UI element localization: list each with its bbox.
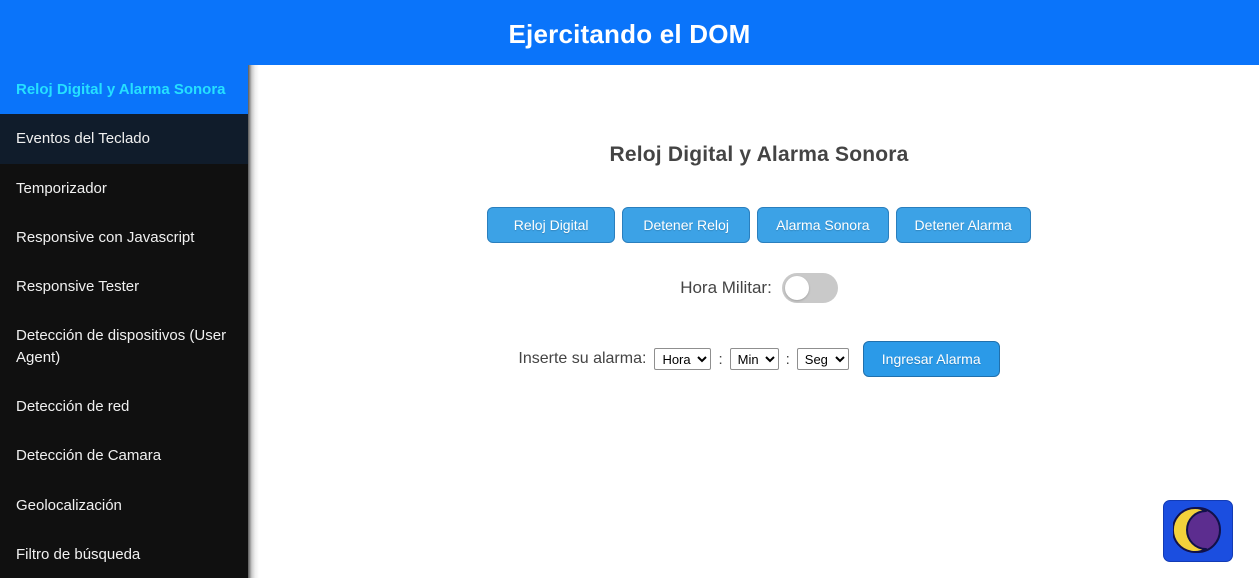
alarm-minute-select[interactable]: Min (729, 348, 779, 370)
alarm-input-row: Inserte su alarma: Hora : Min : Seg Ingr… (259, 341, 1259, 377)
sidebar-menu: Reloj Digital y Alarma Sonora Eventos de… (0, 65, 248, 578)
military-time-label: Hora Militar: (680, 278, 772, 297)
app-header: Ejercitando el DOM (0, 0, 1259, 65)
alarm-label: Inserte su alarma: (518, 350, 647, 367)
sidebar-item-deteccion-red[interactable]: Detección de red (0, 382, 248, 431)
alarm-hour-select[interactable]: Hora (654, 348, 712, 370)
alarm-second-select[interactable]: Seg (796, 348, 849, 370)
sidebar-item-deteccion-dispositivos[interactable]: Detección de dispositivos (User Agent) (0, 311, 248, 382)
moon-icon (1171, 505, 1223, 558)
section-title: Reloj Digital y Alarma Sonora (609, 143, 909, 166)
sidebar-edge-shadow (248, 65, 259, 578)
sidebar-item-temporizador[interactable]: Temporizador (0, 164, 248, 213)
sidebar-item-deteccion-camara[interactable]: Detección de Camara (0, 431, 248, 480)
stop-alarm-button[interactable]: Detener Alarma (895, 207, 1031, 243)
military-time-row: Hora Militar: (259, 273, 1259, 303)
sidebar-item-responsive-javascript[interactable]: Responsive con Javascript (0, 213, 248, 262)
alarm-separator-2: : (785, 350, 790, 368)
page-title: Ejercitando el DOM (508, 18, 751, 49)
sidebar-item-reloj-digital[interactable]: Reloj Digital y Alarma Sonora (0, 65, 248, 115)
stop-clock-button[interactable]: Detener Reloj (622, 207, 751, 243)
military-time-toggle[interactable] (781, 273, 838, 303)
sidebar-nav: Reloj Digital y Alarma Sonora Eventos de… (0, 65, 248, 578)
main-content: Reloj Digital y Alarma Sonora Reloj Digi… (259, 65, 1259, 578)
clock-button-row: Reloj Digital Detener Reloj Alarma Sonor… (259, 207, 1259, 243)
page-root: Ejercitando el DOM Reloj Digital y Alarm… (0, 0, 1259, 578)
dark-mode-toggle-button[interactable] (1163, 500, 1233, 562)
sidebar-item-responsive-tester[interactable]: Responsive Tester (0, 262, 248, 311)
start-alarm-button[interactable]: Alarma Sonora (757, 207, 889, 243)
sidebar-item-filtro-busqueda[interactable]: Filtro de búsqueda (0, 530, 248, 578)
toggle-knob (784, 276, 809, 300)
alarm-separator-1: : (718, 350, 723, 368)
sidebar-item-eventos-teclado[interactable]: Eventos del Teclado (0, 114, 248, 164)
start-clock-button[interactable]: Reloj Digital (487, 207, 616, 243)
sidebar-item-geolocalizacion[interactable]: Geolocalización (0, 481, 248, 530)
submit-alarm-button[interactable]: Ingresar Alarma (862, 341, 1000, 377)
